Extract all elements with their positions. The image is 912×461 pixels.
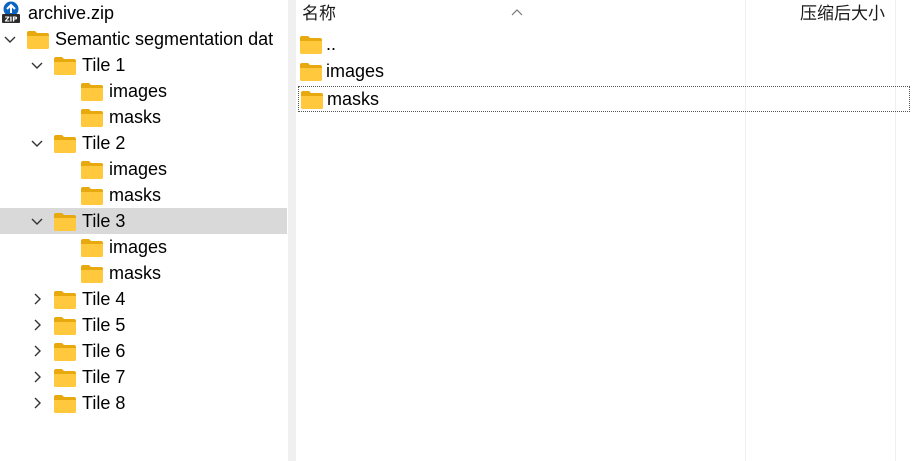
chevron-right-icon[interactable] [31,345,43,357]
folder-icon [301,90,323,109]
tree-item-label: images [109,159,168,179]
tree-item-tile-6[interactable]: Tile 6 [0,338,288,364]
tree-item-label: Tile 1 [82,55,126,75]
folder-icon [300,35,322,54]
tree-item-label: masks [109,107,162,127]
folder-icon [54,342,76,361]
list-item-images[interactable]: images [298,58,910,84]
column-header-name-label: 名称 [302,4,336,23]
chevron-right-icon[interactable] [31,371,43,383]
list-item-parent[interactable]: .. [298,31,910,57]
tree-item-tile-2[interactable]: Tile 2 [0,130,288,156]
chevron-down-icon[interactable] [4,33,16,45]
tree-item-tile-4[interactable]: Tile 4 [0,286,288,312]
folder-icon [27,30,49,49]
list-item-label: images [326,61,385,81]
folder-icon [54,368,76,387]
sort-ascending-icon [511,0,523,16]
folder-icon [81,238,103,257]
folder-icon [54,290,76,309]
folder-tree: ZIP archive.zip Semantic segmentation da… [0,0,288,461]
tree-item-label: Tile 4 [82,289,126,309]
folder-icon [54,134,76,153]
tree-item-tile-2-images[interactable]: images [0,156,288,182]
file-list: 名称 压缩后大小 .. images masks [296,0,912,461]
tree-item-label: Tile 6 [82,341,126,361]
chevron-down-icon[interactable] [31,137,43,149]
list-item-label: .. [326,34,337,54]
chevron-down-icon[interactable] [31,215,43,227]
list-item-label: masks [327,89,380,109]
folder-icon [81,264,103,283]
folder-icon [54,394,76,413]
tree-item-label: masks [109,185,162,205]
folder-icon [81,82,103,101]
tree-item-tile-8[interactable]: Tile 8 [0,390,288,416]
chevron-right-icon[interactable] [31,293,43,305]
tree-item-tile-3-images[interactable]: images [0,234,288,260]
tree-item-tile-3-masks[interactable]: masks [0,260,288,286]
tree-root-archive[interactable]: ZIP archive.zip [0,0,288,26]
pane-splitter[interactable] [288,0,296,461]
column-header-compressed-size-label: 压缩后大小 [800,4,885,23]
column-header-compressed-size[interactable]: 压缩后大小 [800,0,900,28]
tree-item-tile-1-masks[interactable]: masks [0,104,288,130]
tree-item-tile-1[interactable]: Tile 1 [0,52,288,78]
tree-item-label: Tile 7 [82,367,126,387]
tree-item-label: masks [109,263,162,283]
tree-item-tile-3[interactable]: Tile 3 [0,208,287,234]
tree-item-label: images [109,237,168,257]
tree-item-tile-2-masks[interactable]: masks [0,182,288,208]
chevron-down-icon[interactable] [31,59,43,71]
tree-item-label: Tile 3 [82,211,126,231]
folder-icon [81,186,103,205]
tree-item-tile-7[interactable]: Tile 7 [0,364,288,390]
folder-icon [300,62,322,81]
list-item-masks[interactable]: masks [298,86,910,112]
folder-icon [54,56,76,75]
folder-icon [54,316,76,335]
chevron-right-icon[interactable] [31,319,43,331]
zip-archive-icon: ZIP [0,1,22,24]
tree-item-label: Semantic segmentation dat [55,29,274,49]
chevron-right-icon[interactable] [31,397,43,409]
folder-icon [54,212,76,231]
folder-icon [81,108,103,127]
tree-item-label: images [109,81,168,101]
tree-item-dataset[interactable]: Semantic segmentation dat [0,26,288,52]
folder-icon [81,160,103,179]
svg-text:ZIP: ZIP [5,16,18,24]
tree-item-tile-1-images[interactable]: images [0,78,288,104]
tree-item-tile-5[interactable]: Tile 5 [0,312,288,338]
tree-item-label: Tile 8 [82,393,126,413]
tree-item-label: Tile 5 [82,315,126,335]
tree-root-label: archive.zip [28,3,115,23]
tree-item-label: Tile 2 [82,133,126,153]
